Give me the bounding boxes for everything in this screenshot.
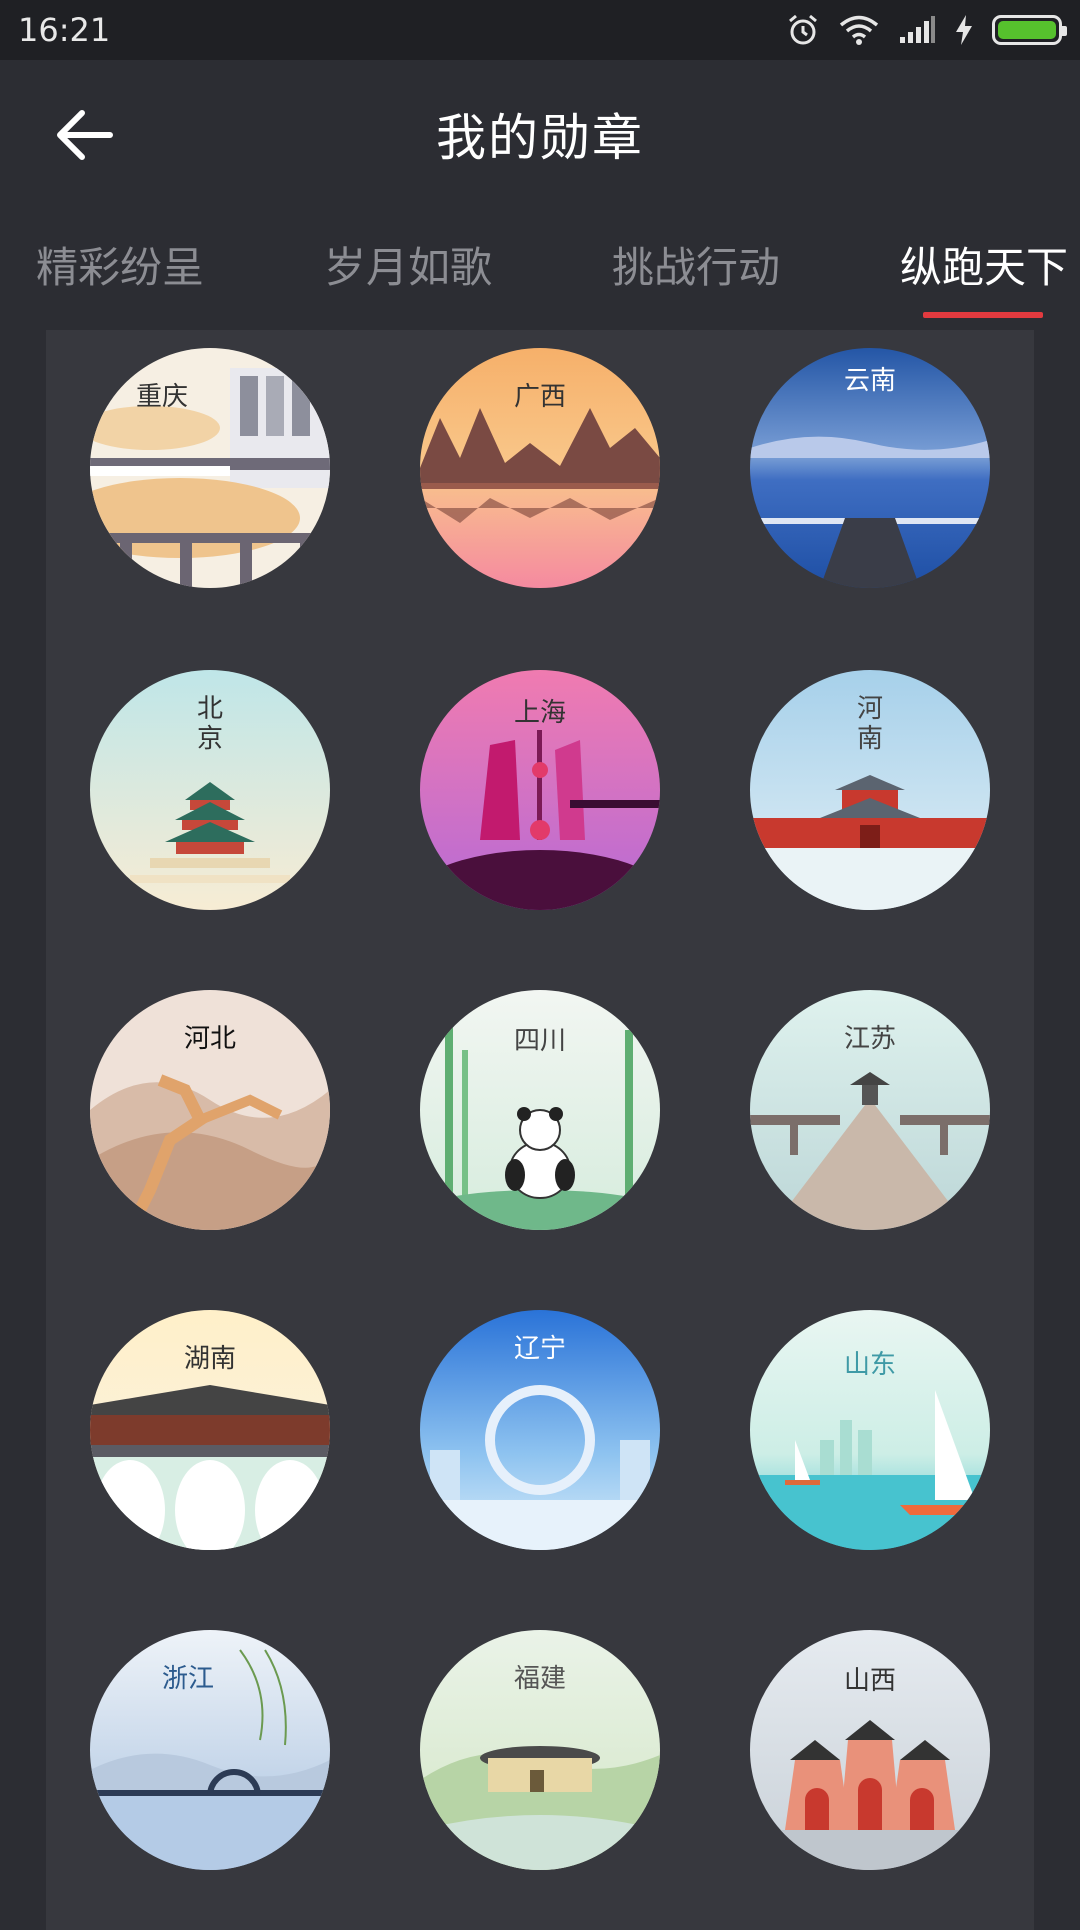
badge-fujian[interactable]: 福建 — [420, 1630, 660, 1870]
shandong-illustration — [750, 1310, 990, 1550]
badge-label: 江苏 — [843, 1024, 896, 1054]
tab-challenges[interactable]: 挑战行动 — [612, 234, 780, 295]
badge-label: 广西 — [513, 382, 566, 412]
badge-zhejiang[interactable]: 浙江 — [90, 1630, 330, 1870]
battery-level — [998, 21, 1056, 39]
badge-chongqing[interactable]: 重庆 — [90, 348, 330, 588]
status-icons — [786, 13, 1067, 47]
badge-shandong[interactable]: 山东 — [750, 1310, 990, 1550]
badge-sichuan[interactable]: 四川 — [420, 990, 660, 1230]
badge-label: 山东 — [843, 1350, 896, 1380]
badge-yunnan[interactable]: 云南 — [750, 348, 990, 588]
wifi-icon — [839, 15, 879, 45]
badge-henan[interactable]: 河南 — [750, 670, 990, 910]
battery-icon — [992, 15, 1067, 45]
badge-label: 上海 — [513, 698, 566, 728]
badge-label: 湖南 — [183, 1344, 236, 1374]
signal-icon — [900, 16, 935, 43]
badge-jiangsu[interactable]: 江苏 — [750, 990, 990, 1230]
status-time: 16:21 — [18, 11, 111, 49]
badge-label: 北京 — [196, 694, 223, 754]
active-tab-indicator — [923, 312, 1043, 318]
badge-label: 四川 — [513, 1026, 566, 1056]
tab-bar: 精彩纷呈 岁月如歌 挑战行动 纵跑天下 — [0, 220, 1080, 320]
badge-guangxi[interactable]: 广西 — [420, 348, 660, 588]
badge-label: 辽宁 — [513, 1334, 566, 1364]
status-bar: 16:21 — [0, 0, 1080, 60]
tab-run-the-world[interactable]: 纵跑天下 — [900, 234, 1068, 295]
badge-shanghai[interactable]: 上海 — [420, 670, 660, 910]
badge-hunan[interactable]: 湖南 — [90, 1310, 330, 1550]
alarm-icon — [789, 14, 817, 45]
badge-hebei[interactable]: 河北 — [90, 990, 330, 1230]
tab-years[interactable]: 岁月如歌 — [324, 234, 492, 295]
badge-grid: 重庆 广西 云南 北京 上海 河南 河北 四川 江苏 湖南 辽宁 山东 浙江 福… — [46, 330, 1034, 1930]
badge-label: 云南 — [843, 366, 896, 396]
badge-label: 福建 — [513, 1664, 566, 1694]
tab-highlights[interactable]: 精彩纷呈 — [36, 234, 204, 295]
badge-label: 重庆 — [135, 382, 188, 412]
page-title: 我的勋章 — [436, 109, 644, 167]
badge-shanxi[interactable]: 山西 — [750, 1630, 990, 1870]
badge-beijing[interactable]: 北京 — [90, 670, 330, 910]
badge-label: 河北 — [183, 1024, 236, 1054]
badge-label: 浙江 — [161, 1664, 214, 1694]
badge-label: 山西 — [843, 1666, 896, 1696]
badge-liaoning[interactable]: 辽宁 — [420, 1310, 660, 1550]
charging-icon — [956, 15, 972, 45]
header: 我的勋章 — [0, 60, 1080, 200]
badge-label: 河南 — [856, 694, 883, 754]
